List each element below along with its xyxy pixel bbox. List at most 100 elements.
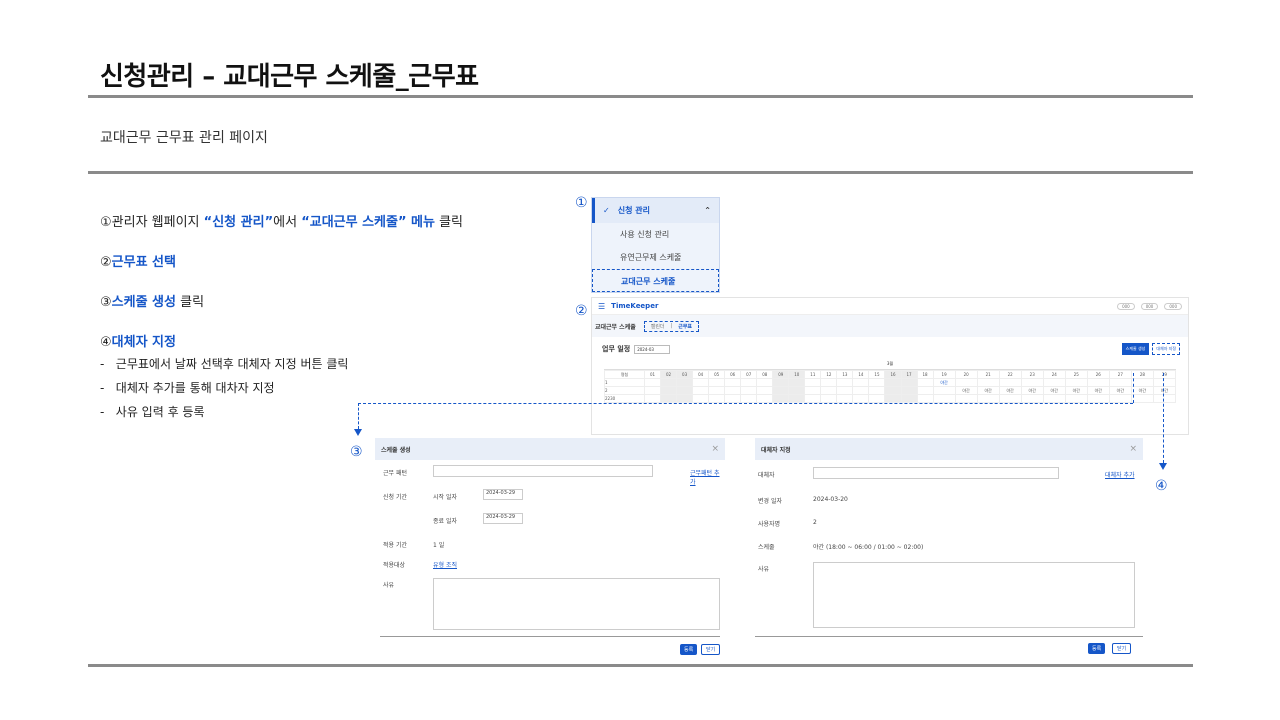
roster-cell[interactable]: [1020, 394, 1044, 403]
day-header[interactable]: 17: [900, 370, 918, 379]
day-header[interactable]: 16: [884, 370, 902, 379]
roster-cell[interactable]: [976, 394, 1000, 403]
roster-cell[interactable]: 야간: [954, 386, 978, 395]
roster-cell[interactable]: [708, 386, 726, 395]
roster-cell[interactable]: [916, 378, 934, 387]
roster-cell[interactable]: [820, 378, 838, 387]
roster-cell[interactable]: [804, 378, 822, 387]
day-header[interactable]: 03: [676, 370, 694, 379]
roster-cell[interactable]: [660, 386, 678, 395]
roster-cell[interactable]: [1042, 378, 1066, 387]
roster-cell[interactable]: [772, 378, 790, 387]
roster-cell[interactable]: [804, 394, 822, 403]
roster-cell[interactable]: [852, 378, 870, 387]
day-header[interactable]: 27: [1108, 370, 1132, 379]
roster-cell[interactable]: [900, 386, 918, 395]
roster-cell[interactable]: 야간: [1086, 386, 1110, 395]
util-button-3[interactable]: 000: [1164, 302, 1182, 310]
day-header[interactable]: 15: [868, 370, 886, 379]
roster-cell[interactable]: [643, 386, 662, 395]
close-icon[interactable]: ×: [711, 444, 719, 454]
roster-cell[interactable]: [820, 394, 838, 403]
reason-textarea[interactable]: [433, 578, 720, 630]
roster-cell[interactable]: [1108, 378, 1132, 387]
day-header[interactable]: 22: [998, 370, 1022, 379]
hamburger-icon[interactable]: ☰: [598, 302, 605, 311]
day-header[interactable]: 29: [1152, 370, 1177, 379]
day-header[interactable]: 20: [954, 370, 978, 379]
target-links[interactable]: 유형 조직: [433, 560, 457, 569]
roster-cell[interactable]: [1042, 394, 1066, 403]
roster-cell[interactable]: 야간: [1020, 386, 1044, 395]
pattern-input[interactable]: [433, 465, 653, 477]
roster-cell[interactable]: 야간: [1064, 386, 1088, 395]
menu-item-shift-schedule[interactable]: 교대근무 스케줄: [592, 269, 719, 292]
roster-cell[interactable]: [1064, 378, 1088, 387]
roster-cell[interactable]: [740, 378, 758, 387]
roster-cell[interactable]: [998, 378, 1022, 387]
tab-calendar[interactable]: 캘린더: [651, 323, 665, 330]
roster-cell[interactable]: [1086, 394, 1110, 403]
roster-cell[interactable]: 야간: [976, 386, 1000, 395]
assign-substitute-button[interactable]: 대체자 지정: [1152, 343, 1180, 355]
roster-cell[interactable]: [932, 394, 956, 403]
roster-cell[interactable]: 야간: [1130, 386, 1154, 395]
tab-roster[interactable]: 근무표: [678, 323, 692, 330]
reason-textarea[interactable]: [813, 562, 1135, 628]
roster-cell[interactable]: [1086, 378, 1110, 387]
roster-cell[interactable]: [692, 394, 710, 403]
roster-cell[interactable]: [916, 394, 934, 403]
roster-cell[interactable]: [708, 394, 726, 403]
roster-cell[interactable]: [852, 394, 870, 403]
roster-cell[interactable]: [836, 394, 854, 403]
day-header[interactable]: 05: [708, 370, 726, 379]
roster-cell[interactable]: 야간: [1152, 386, 1177, 395]
roster-cell[interactable]: [660, 394, 678, 403]
roster-cell[interactable]: 야간: [998, 386, 1022, 395]
submit-button[interactable]: 등록: [1088, 643, 1106, 654]
roster-cell[interactable]: [1020, 378, 1044, 387]
roster-cell[interactable]: [954, 378, 978, 387]
roster-cell[interactable]: [1152, 394, 1177, 403]
roster-cell[interactable]: [788, 378, 806, 387]
create-schedule-button[interactable]: 스케줄 생성: [1121, 343, 1150, 355]
roster-cell[interactable]: [756, 378, 774, 387]
roster-cell[interactable]: [708, 378, 726, 387]
roster-cell[interactable]: [998, 394, 1022, 403]
util-button-1[interactable]: 000: [1117, 302, 1135, 310]
roster-cell[interactable]: [868, 394, 886, 403]
day-header[interactable]: 26: [1086, 370, 1110, 379]
roster-cell[interactable]: 야간: [1042, 386, 1066, 395]
substitute-input[interactable]: [813, 467, 1059, 479]
roster-cell[interactable]: [900, 394, 918, 403]
day-header[interactable]: 11: [804, 370, 822, 379]
roster-cell[interactable]: [852, 386, 870, 395]
menu-item-usage[interactable]: 사용 신청 관리: [592, 223, 719, 246]
roster-cell[interactable]: [884, 378, 902, 387]
day-header[interactable]: 23: [1020, 370, 1044, 379]
roster-cell[interactable]: [676, 378, 694, 387]
close-icon[interactable]: ×: [1129, 444, 1137, 454]
roster-cell[interactable]: [1130, 394, 1154, 403]
day-header[interactable]: 08: [756, 370, 774, 379]
day-header[interactable]: 04: [692, 370, 710, 379]
day-header[interactable]: 14: [852, 370, 870, 379]
day-header[interactable]: 10: [788, 370, 806, 379]
roster-cell[interactable]: [900, 378, 918, 387]
day-header[interactable]: 19: [932, 370, 956, 379]
roster-cell[interactable]: [724, 386, 742, 395]
day-header[interactable]: 07: [740, 370, 758, 379]
roster-cell[interactable]: [788, 386, 806, 395]
menu-item-flex[interactable]: 유연근무제 스케줄: [592, 246, 719, 269]
roster-cell[interactable]: [884, 386, 902, 395]
add-pattern-link[interactable]: 근무패턴 추가: [690, 468, 725, 486]
roster-cell[interactable]: [660, 378, 678, 387]
menu-application-management[interactable]: ✓ 신청 관리 ⌃: [592, 198, 719, 223]
day-header[interactable]: 24: [1042, 370, 1066, 379]
add-substitute-link[interactable]: 대체자 추가: [1105, 470, 1135, 479]
roster-cell[interactable]: [836, 386, 854, 395]
roster-cell[interactable]: [756, 394, 774, 403]
roster-cell[interactable]: [676, 394, 694, 403]
roster-cell[interactable]: [954, 394, 978, 403]
roster-cell[interactable]: [772, 386, 790, 395]
